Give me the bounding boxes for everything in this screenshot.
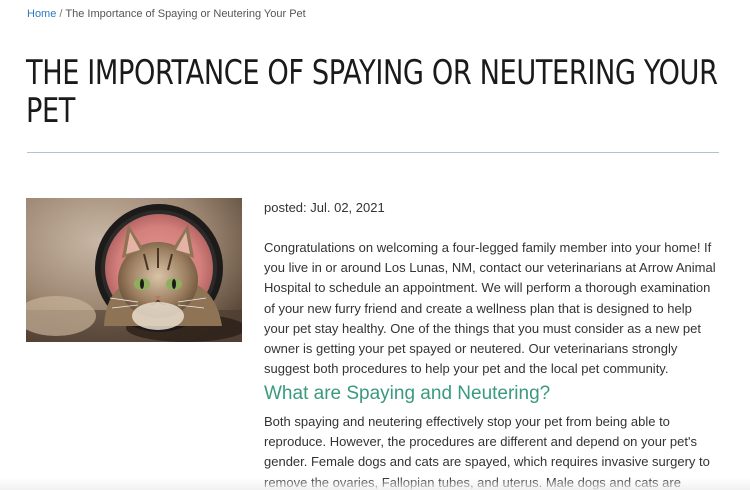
title-divider (27, 152, 719, 153)
breadcrumb: Home / The Importance of Spaying or Neuter… (27, 8, 306, 20)
page-title: THE IMPORTANCE OF SPAYING OR NEUTERING Y… (26, 53, 718, 131)
post-date: posted: Jul. 02, 2021 (264, 200, 385, 215)
kitten-cone-photo (26, 198, 242, 342)
intro-paragraph: Congratulations on welcoming a four-legg… (264, 240, 716, 377)
breadcrumb-separator: / (59, 8, 63, 20)
section-heading: What are Spaying and Neutering? (264, 383, 551, 404)
scroll-fade (0, 478, 750, 490)
breadcrumb-current: The Importance of Spaying or Neutering Y… (65, 8, 306, 20)
cat-photo-illustration (26, 198, 242, 342)
breadcrumb-home-link[interactable]: Home (27, 8, 56, 20)
page: Home / The Importance of Spaying or Neuter… (0, 0, 750, 490)
